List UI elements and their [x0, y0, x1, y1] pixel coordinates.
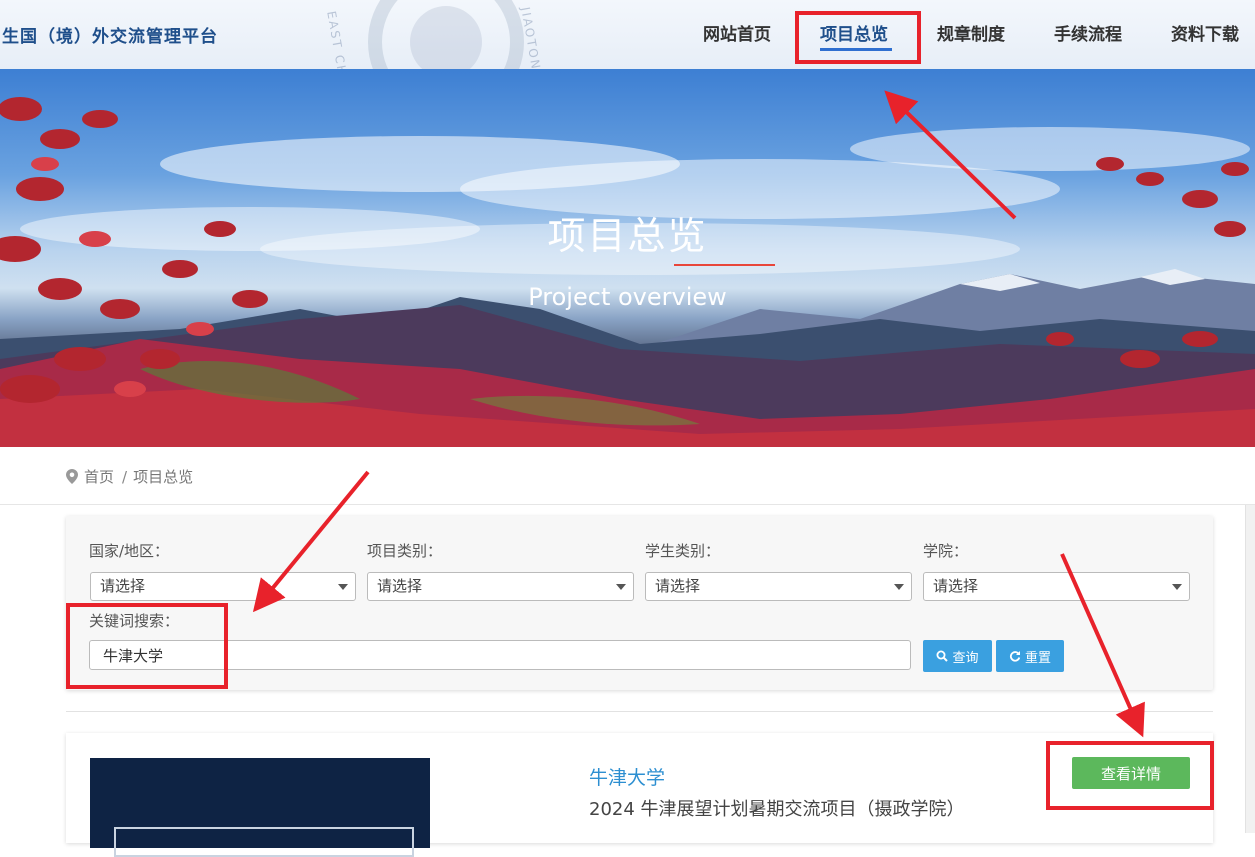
breadcrumb-divider	[0, 504, 1255, 505]
project-type-select[interactable]: 请选择	[367, 572, 634, 601]
nav-procedures[interactable]: 手续流程	[1054, 20, 1122, 45]
breadcrumb: 首页 / 项目总览	[66, 466, 193, 487]
project-title: 2024 牛津展望计划暑期交流项目（摄政学院）	[589, 799, 965, 820]
hero-title: 项目总览	[547, 214, 708, 258]
site-header: EAST CH JIAOTONG 生国（境）外交流管理平台 网站首页 项目总览 …	[0, 0, 1255, 120]
reset-button-label: 重置	[1024, 649, 1051, 665]
country-select[interactable]: 请选择	[90, 572, 356, 601]
filter-panel: 国家/地区： 项目类别： 学生类别： 学院： 请选择 请选择 请选择 请选择 关…	[66, 516, 1213, 690]
annotation-box-nav	[795, 11, 921, 64]
chevron-down-icon	[1172, 584, 1182, 590]
nav-home[interactable]: 网站首页	[703, 20, 771, 45]
project-thumbnail[interactable]	[90, 758, 430, 857]
reset-button[interactable]: 重置	[996, 640, 1064, 672]
student-type-select-value: 请选择	[655, 577, 701, 595]
chevron-down-icon	[894, 584, 904, 590]
annotation-box-keyword	[66, 603, 228, 689]
search-button[interactable]: 查询	[923, 640, 992, 672]
breadcrumb-separator: /	[122, 468, 128, 486]
project-university-link[interactable]: 牛津大学	[589, 763, 665, 790]
student-type-select[interactable]: 请选择	[645, 572, 912, 601]
site-title: 生国（境）外交流管理平台	[2, 27, 218, 47]
college-select[interactable]: 请选择	[923, 572, 1190, 601]
page-scrollbar[interactable]	[1245, 505, 1255, 833]
hero-banner: 项目总览 Project overview	[0, 69, 1255, 447]
nav-downloads[interactable]: 资料下载	[1171, 20, 1239, 45]
student-type-label: 学生类别：	[645, 542, 721, 560]
search-button-label: 查询	[952, 649, 979, 665]
college-label: 学院：	[923, 542, 969, 560]
country-select-value: 请选择	[100, 577, 146, 595]
college-select-value: 请选择	[933, 577, 979, 595]
annotation-box-details	[1046, 741, 1214, 810]
location-pin-icon	[66, 469, 78, 484]
project-card: 牛津大学 2024 牛津展望计划暑期交流项目（摄政学院） 查看详情	[66, 733, 1213, 857]
hero-subtitle: Project overview	[528, 283, 727, 311]
project-type-select-value: 请选择	[377, 577, 423, 595]
nav-regulations[interactable]: 规章制度	[937, 20, 1005, 45]
breadcrumb-current: 项目总览	[133, 468, 194, 486]
project-type-label: 项目类别：	[367, 542, 443, 560]
chevron-down-icon	[616, 584, 626, 590]
chevron-down-icon	[338, 584, 348, 590]
refresh-icon	[1009, 651, 1021, 662]
hero-title-underline	[674, 264, 775, 266]
logo-watermark-text-left: EAST CH	[324, 10, 350, 78]
search-icon	[936, 650, 949, 662]
content-divider	[66, 711, 1213, 712]
country-label: 国家/地区：	[89, 542, 170, 560]
breadcrumb-home-link[interactable]: 首页	[84, 468, 114, 486]
